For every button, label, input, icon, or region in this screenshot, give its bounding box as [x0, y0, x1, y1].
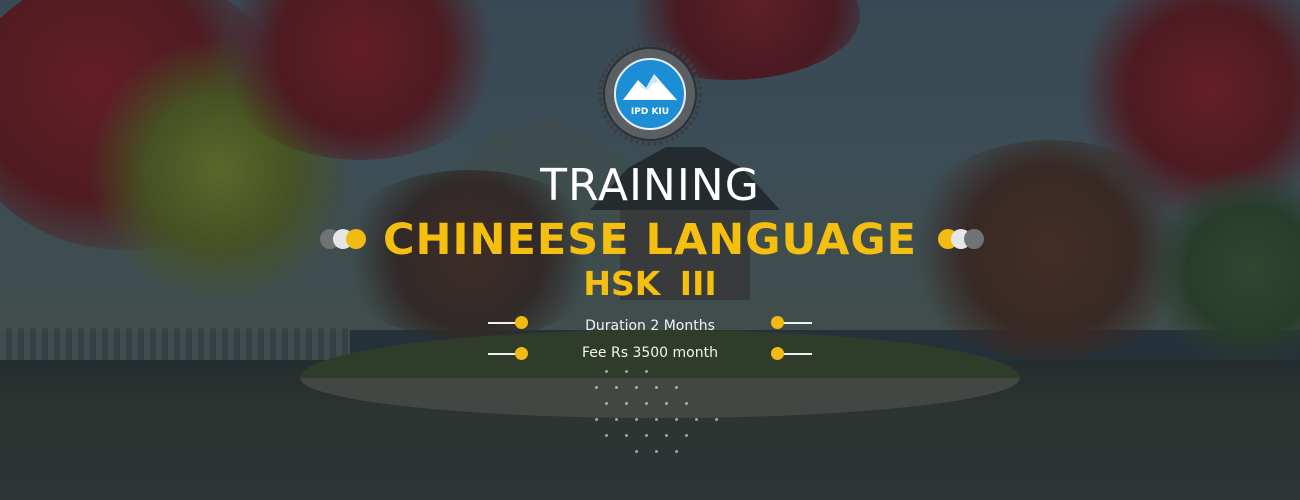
grid-dot — [605, 370, 608, 373]
grid-dot — [645, 434, 648, 437]
course-level: HSK III — [583, 264, 717, 303]
grid-dot — [625, 370, 628, 373]
grid-dot — [655, 450, 658, 453]
grid-dot — [605, 402, 608, 405]
grid-dot — [625, 434, 628, 437]
grid-dot — [685, 434, 688, 437]
grid-dot — [615, 386, 618, 389]
grid-dot — [645, 402, 648, 405]
ipd-kiu-logo: IPD KIU — [598, 42, 702, 146]
grid-dot — [595, 386, 598, 389]
grid-dot — [605, 434, 608, 437]
grid-dot — [685, 402, 688, 405]
dot-grid-decoration — [585, 370, 725, 480]
grid-dot — [665, 434, 668, 437]
grid-dot — [635, 450, 638, 453]
grid-dot — [675, 386, 678, 389]
grid-dot — [635, 386, 638, 389]
training-banner: IPD KIU TRAINING CHINEESE LANGUAGE HSK I… — [0, 0, 1300, 500]
logo-text: IPD KIU — [631, 107, 669, 117]
grid-dot — [655, 386, 658, 389]
grid-dot — [635, 418, 638, 421]
grid-dot — [615, 418, 618, 421]
grid-dot — [675, 450, 678, 453]
grid-dot — [715, 418, 718, 421]
course-title: CHINEESE LANGUAGE — [382, 215, 918, 265]
grid-dot — [645, 370, 648, 373]
overlapping-circles-icon-left — [320, 229, 370, 249]
grid-dot — [625, 402, 628, 405]
grid-dot — [675, 418, 678, 421]
overlapping-circles-icon-right — [938, 229, 988, 249]
grid-dot — [665, 402, 668, 405]
grid-dot — [595, 418, 598, 421]
training-title: TRAINING — [540, 160, 760, 211]
grid-dot — [695, 418, 698, 421]
fee-text: Fee Rs 3500 month — [582, 345, 718, 361]
grid-dot — [655, 418, 658, 421]
duration-text: Duration 2 Months — [585, 318, 715, 334]
